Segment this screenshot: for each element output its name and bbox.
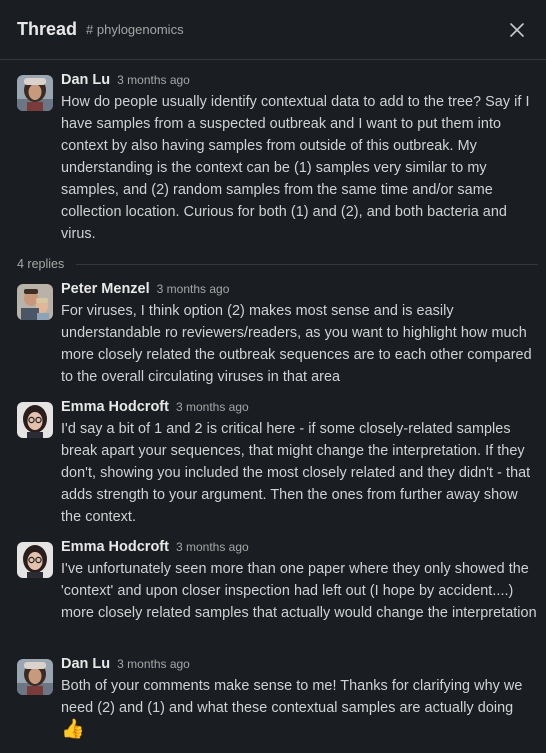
thread-reply[interactable]: Dan Lu 3 months ago Both of your comment… [17,656,538,741]
author-name[interactable]: Dan Lu [61,656,110,672]
timestamp[interactable]: 3 months ago [176,400,249,414]
thread-header: Thread # phylogenomics [0,0,546,60]
author-name[interactable]: Dan Lu [61,72,110,88]
avatar[interactable] [17,402,53,438]
thread-reply[interactable]: Emma Hodcroft 3 months ago I'd say a bit… [17,399,538,528]
message-text: I'd say a bit of 1 and 2 is critical her… [61,421,531,525]
thread-title: Thread [17,19,78,39]
avatar[interactable] [17,284,53,320]
replies-count: 4 replies [17,257,65,271]
timestamp[interactable]: 3 months ago [117,73,190,87]
channel-link[interactable]: # phylogenomics [86,22,184,37]
message-text: I've unfortunately seen more than one pa… [61,561,537,621]
thread-parent-message[interactable]: Dan Lu 3 months ago How do people usuall… [17,72,538,245]
avatar[interactable] [17,542,53,578]
close-icon[interactable] [505,18,529,42]
thread-reply[interactable]: Emma Hodcroft 3 months ago I've unfortun… [17,539,538,624]
message-text: Both of your comments make sense to me! … [61,678,523,716]
author-name[interactable]: Peter Menzel [61,281,150,297]
timestamp[interactable]: 3 months ago [117,657,190,671]
author-name[interactable]: Emma Hodcroft [61,399,169,415]
divider [76,263,538,265]
timestamp[interactable]: 3 months ago [157,282,230,296]
timestamp[interactable]: 3 months ago [176,540,249,554]
message-text: How do people usually identify contextua… [61,94,530,242]
thread-reply[interactable]: Peter Menzel 3 months ago For viruses, I… [17,281,538,388]
thumbs-up-icon: 👍 [61,719,85,740]
avatar[interactable] [17,659,53,695]
thread-panel: Thread # phylogenomics Dan Lu 3 months a… [0,0,546,753]
replies-divider: 4 replies [17,254,538,274]
avatar[interactable] [17,75,53,111]
author-name[interactable]: Emma Hodcroft [61,539,169,555]
message-text: For viruses, I think option (2) makes mo… [61,303,532,385]
